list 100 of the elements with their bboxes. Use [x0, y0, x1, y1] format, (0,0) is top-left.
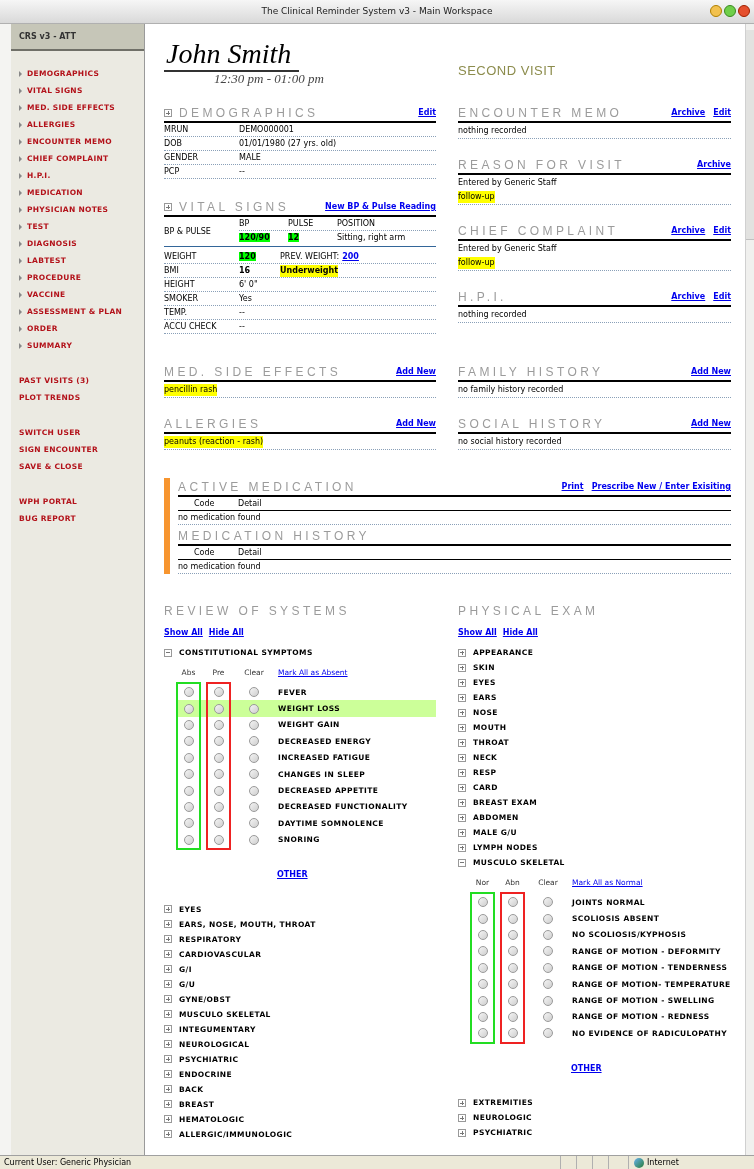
expand-icon[interactable]	[458, 693, 466, 702]
radio-button[interactable]	[213, 801, 224, 812]
link[interactable]: OTHER	[571, 1062, 602, 1075]
link[interactable]: Edit	[713, 225, 731, 237]
expand-icon[interactable]	[458, 648, 466, 657]
expand-icon[interactable]	[458, 843, 466, 852]
expand-icon[interactable]	[458, 723, 466, 732]
link[interactable]: Archive	[697, 159, 731, 171]
link[interactable]: OTHER	[277, 868, 308, 881]
radio-button[interactable]	[543, 929, 553, 940]
radio-button[interactable]	[249, 719, 259, 730]
link[interactable]: Add New	[691, 418, 731, 430]
expand-icon[interactable]	[164, 1130, 172, 1139]
radio-button[interactable]	[543, 995, 553, 1006]
scrollbar[interactable]	[745, 24, 754, 1155]
expand-icon[interactable]	[164, 1025, 172, 1034]
radio-button[interactable]	[249, 703, 259, 714]
expand-icon[interactable]	[458, 813, 466, 822]
link[interactable]: Edit	[418, 107, 436, 119]
radio-button[interactable]	[249, 801, 259, 812]
radio-button[interactable]	[183, 703, 194, 714]
radio-button[interactable]	[249, 769, 259, 780]
radio-button[interactable]	[543, 979, 553, 990]
radio-button[interactable]	[543, 897, 553, 908]
expand-icon[interactable]	[164, 1115, 172, 1124]
radio-button[interactable]	[249, 736, 259, 747]
maximize-button[interactable]	[724, 5, 736, 17]
expand-icon[interactable]	[164, 1100, 172, 1109]
radio-button[interactable]	[477, 929, 488, 940]
radio-button[interactable]	[543, 1011, 553, 1022]
radio-button[interactable]	[213, 834, 224, 845]
radio-button[interactable]	[477, 1011, 488, 1022]
expand-icon[interactable]	[458, 798, 466, 807]
expand-icon[interactable]	[458, 783, 466, 792]
expand-icon[interactable]	[458, 708, 466, 717]
radio-button[interactable]	[213, 719, 224, 730]
radio-button[interactable]	[543, 946, 553, 957]
expand-icon[interactable]	[458, 678, 466, 687]
expand-icon[interactable]	[458, 1099, 466, 1107]
link[interactable]: Hide All	[502, 627, 538, 639]
radio-button[interactable]	[507, 897, 518, 908]
expand-icon[interactable]	[164, 920, 172, 929]
link[interactable]: Add New	[691, 366, 731, 378]
link[interactable]: Show All	[458, 627, 497, 639]
expand-icon[interactable]	[458, 828, 466, 837]
expand-icon[interactable]	[164, 965, 172, 974]
expand-icon[interactable]	[458, 663, 466, 672]
collapse-icon[interactable]	[164, 648, 172, 657]
link[interactable]: Archive	[671, 107, 706, 119]
radio-button[interactable]	[507, 979, 518, 990]
link[interactable]: Add New	[396, 418, 436, 430]
expand-icon[interactable]	[164, 1040, 172, 1049]
link[interactable]: New BP & Pulse Reading	[325, 201, 436, 213]
expand-icon[interactable]	[458, 753, 466, 762]
link[interactable]: Edit	[713, 291, 731, 303]
radio-button[interactable]	[507, 1028, 518, 1039]
radio-button[interactable]	[183, 785, 194, 796]
radio-button[interactable]	[183, 752, 194, 763]
link[interactable]: 200	[342, 250, 359, 263]
radio-button[interactable]	[507, 1011, 518, 1022]
link[interactable]: Prescribe New / Enter Exisiting	[591, 481, 731, 493]
radio-button[interactable]	[249, 687, 259, 698]
expand-icon[interactable]	[164, 1055, 172, 1064]
radio-button[interactable]	[213, 785, 224, 796]
radio-button[interactable]	[507, 962, 518, 973]
radio-button[interactable]	[249, 834, 259, 845]
radio-button[interactable]	[249, 818, 259, 829]
radio-button[interactable]	[213, 752, 224, 763]
radio-button[interactable]	[183, 736, 194, 747]
expand-icon[interactable]	[458, 1114, 466, 1122]
expand-icon[interactable]	[164, 950, 172, 959]
expand-icon[interactable]	[164, 203, 172, 211]
close-button[interactable]	[738, 5, 750, 17]
radio-button[interactable]	[183, 801, 194, 812]
expand-icon[interactable]	[458, 1129, 466, 1137]
link[interactable]: Add New	[396, 366, 436, 378]
radio-button[interactable]	[543, 1028, 553, 1039]
radio-button[interactable]	[477, 979, 488, 990]
radio-button[interactable]	[507, 946, 518, 957]
expand-icon[interactable]	[164, 935, 172, 944]
link[interactable]: Edit	[713, 107, 731, 119]
radio-button[interactable]	[507, 913, 518, 924]
expand-icon[interactable]	[164, 995, 172, 1004]
radio-button[interactable]	[213, 703, 224, 714]
expand-icon[interactable]	[458, 738, 466, 747]
radio-button[interactable]	[477, 1028, 488, 1039]
radio-button[interactable]	[507, 929, 518, 940]
radio-button[interactable]	[477, 913, 488, 924]
link[interactable]: Archive	[671, 291, 706, 303]
radio-button[interactable]	[249, 785, 259, 796]
link[interactable]: Print	[561, 481, 584, 493]
radio-button[interactable]	[183, 834, 194, 845]
link[interactable]: Archive	[671, 225, 706, 237]
radio-button[interactable]	[213, 687, 224, 698]
expand-icon[interactable]	[164, 905, 172, 914]
radio-button[interactable]	[507, 995, 518, 1006]
collapse-icon[interactable]	[458, 858, 466, 867]
link[interactable]: Show All	[164, 627, 203, 639]
radio-button[interactable]	[183, 769, 194, 780]
expand-icon[interactable]	[458, 768, 466, 777]
